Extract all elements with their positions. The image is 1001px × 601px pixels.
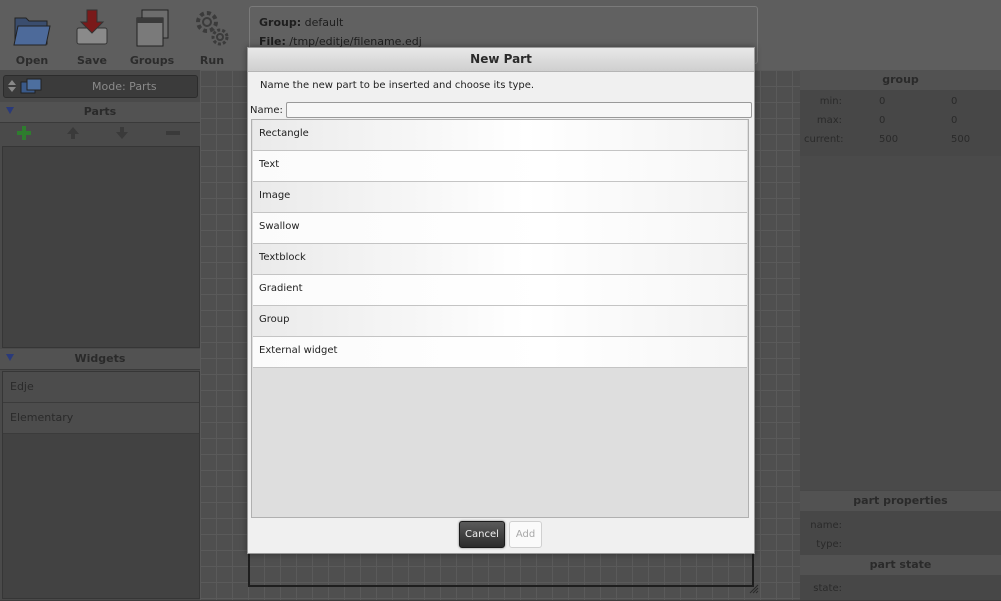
group-key: Group: <box>259 16 302 29</box>
type-item-rectangle[interactable]: Rectangle <box>253 120 747 151</box>
type-label: External widget <box>259 345 338 356</box>
min-label: min: <box>819 96 842 107</box>
dialog-title: New Part <box>248 48 754 72</box>
min-width-value[interactable]: 0 <box>879 96 885 107</box>
right-panel: group min: 0 0 max: 0 0 current: 500 500… <box>800 70 1001 600</box>
list-item[interactable]: Elementary <box>3 403 199 434</box>
type-item-textblock[interactable]: Textblock <box>253 244 747 275</box>
type-label: Image <box>259 190 291 201</box>
move-down-icon[interactable] <box>116 127 128 139</box>
part-name-input[interactable] <box>286 102 752 118</box>
mode-selector[interactable]: Mode: Parts <box>3 75 198 98</box>
move-up-icon[interactable] <box>67 127 79 139</box>
type-label: Textblock <box>259 252 306 263</box>
name-label: Name: <box>250 105 283 116</box>
max-label: max: <box>816 115 842 126</box>
open-button[interactable]: Open <box>7 4 57 67</box>
list-item[interactable]: Edje <box>3 372 199 403</box>
parts-list[interactable] <box>2 146 200 348</box>
left-panel: Mode: Parts Parts Widgets Edje Elementar… <box>0 70 200 600</box>
run-label: Run <box>199 54 225 67</box>
type-item-gradient[interactable]: Gradient <box>253 275 747 306</box>
type-label: Text <box>259 159 280 170</box>
group-properties-area <box>800 156 1001 490</box>
add-part-icon[interactable] <box>17 126 31 140</box>
resize-handle-icon[interactable] <box>749 584 759 594</box>
widgets-title: Widgets <box>74 352 126 365</box>
parts-actions <box>0 123 200 145</box>
cancel-button[interactable]: Cancel <box>459 521 505 548</box>
run-button[interactable]: Run <box>187 4 237 67</box>
window-icon <box>136 9 169 47</box>
parts-section-header[interactable]: Parts <box>0 102 200 123</box>
current-label: current: <box>804 134 844 145</box>
group-value: default <box>304 16 344 29</box>
min-height-value[interactable]: 0 <box>951 96 957 107</box>
type-item-image[interactable]: Image <box>253 182 747 213</box>
group-info-group: Group: default <box>259 16 343 29</box>
widgets-list: Edje Elementary <box>2 371 200 599</box>
type-label: Gradient <box>259 283 303 294</box>
type-item-text[interactable]: Text <box>253 151 747 182</box>
widget-label: Edje <box>10 380 34 393</box>
parts-mode-icon <box>20 78 42 94</box>
save-label: Save <box>77 54 107 67</box>
folder-icon <box>13 17 51 46</box>
open-label: Open <box>15 54 49 67</box>
max-row: max: 0 0 <box>800 115 1001 133</box>
remove-part-icon[interactable] <box>166 131 180 135</box>
max-height-value[interactable]: 0 <box>951 115 957 126</box>
group-header: group <box>800 70 1001 90</box>
part-properties-header: part properties <box>800 491 1001 511</box>
part-type-list: Rectangle Text Image Swallow Textblock G… <box>251 119 749 518</box>
new-part-dialog: New Part Name the new part to be inserte… <box>247 47 755 554</box>
part-name-row: name: <box>800 520 1001 538</box>
min-row: min: 0 0 <box>800 96 1001 114</box>
type-item-group[interactable]: Group <box>253 306 747 337</box>
mode-label: Mode: Parts <box>92 80 157 93</box>
current-row: current: 500 500 <box>800 134 1001 152</box>
groups-button[interactable]: Groups <box>127 4 177 67</box>
gears-icon <box>196 11 229 46</box>
max-width-value[interactable]: 0 <box>879 115 885 126</box>
type-label: Swallow <box>259 221 300 232</box>
current-width-value[interactable]: 500 <box>879 134 898 145</box>
save-button[interactable]: Save <box>67 4 117 67</box>
add-button[interactable]: Add <box>509 521 542 548</box>
type-label: Rectangle <box>259 128 309 139</box>
part-name-label: name: <box>810 520 842 531</box>
part-state-label: state: <box>813 583 842 594</box>
widgets-section-header[interactable]: Widgets <box>0 349 200 370</box>
part-type-label: type: <box>816 539 842 550</box>
part-state-row: state: <box>800 583 1001 601</box>
type-item-external-widget[interactable]: External widget <box>253 337 747 368</box>
widget-label: Elementary <box>10 411 74 424</box>
part-state-header: part state <box>800 555 1001 575</box>
parts-title: Parts <box>83 105 117 118</box>
groups-label: Groups <box>129 54 175 67</box>
type-item-swallow[interactable]: Swallow <box>253 213 747 244</box>
current-height-value[interactable]: 500 <box>951 134 970 145</box>
save-icon <box>76 9 108 45</box>
dialog-description: Name the new part to be inserted and cho… <box>260 80 535 91</box>
spinner-arrows-icon <box>8 80 16 92</box>
type-label: Group <box>259 314 290 325</box>
